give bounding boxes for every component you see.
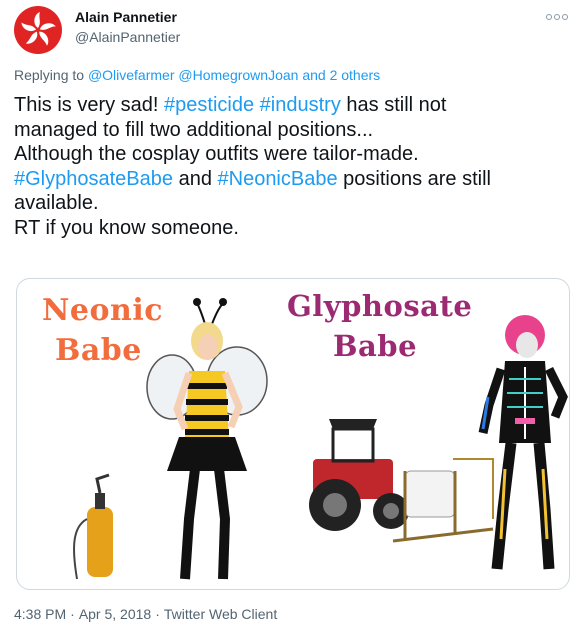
dot xyxy=(562,14,568,20)
tweet-text: This is very sad! #pesticide #industry h… xyxy=(14,93,574,240)
tweet-date[interactable]: Apr 5, 2018 xyxy=(79,606,151,622)
separator: · xyxy=(155,606,160,622)
mention-others[interactable]: and 2 others xyxy=(302,67,380,83)
tweet-line: Although the cosplay outfits were tailor… xyxy=(14,143,419,165)
replying-to: Replying to @Olivefarmer @Homegrown​Joan… xyxy=(14,67,380,83)
media-neonic-babe[interactable]: Neonic Babe xyxy=(17,279,293,589)
avatar[interactable] xyxy=(14,6,62,54)
tweet-media[interactable]: Neonic Babe Glyphosate Babe xyxy=(16,278,570,590)
text: has still not xyxy=(340,94,447,116)
bauhinia-flower-icon xyxy=(21,12,56,46)
tweet-time[interactable]: 4:38 PM xyxy=(14,606,66,622)
hashtag-pesticide[interactable]: #pesticide xyxy=(164,94,254,116)
text: This is very sad! xyxy=(14,94,165,116)
separator: · xyxy=(70,606,75,622)
tweet-line: This is very sad! #pesticide #industry h… xyxy=(14,93,574,118)
author-name[interactable]: Alain Pannetier xyxy=(75,9,177,25)
author-handle[interactable]: @AlainPannetier xyxy=(75,29,180,45)
mention-olivefarmer[interactable]: @Olivefarmer xyxy=(88,67,175,83)
mention-homegrownjoan[interactable]: @Homegrown​Joan xyxy=(178,67,298,83)
tweet-line: available. xyxy=(14,192,99,214)
dot xyxy=(554,14,560,20)
bee-costume-illustration xyxy=(73,298,268,580)
media-glyphosate-babe[interactable]: Glyphosate Babe xyxy=(287,279,569,589)
tweet-line: managed to fill two additional positions… xyxy=(14,118,374,141)
hashtag-industry[interactable]: #industry xyxy=(260,94,341,116)
text: and xyxy=(173,167,218,190)
hashtag-glyphosatebabe[interactable]: #GlyphosateBabe xyxy=(14,168,173,190)
tweet-line: #GlyphosateBabe and #NeonicBabe position… xyxy=(14,167,574,192)
dot xyxy=(546,14,552,20)
tweet-client: Twitter Web Client xyxy=(163,606,278,622)
text: positions are still xyxy=(337,167,491,190)
tweet-line: RT if you know someone. xyxy=(14,216,239,239)
tweet-footer: 4:38 PM · Apr 5, 2018 · Twitter Web Client xyxy=(14,606,277,622)
more-dots-icon[interactable] xyxy=(544,10,570,24)
replying-to-label: Replying to xyxy=(14,67,85,83)
hashtag-neonicbabe[interactable]: #NeonicBabe xyxy=(218,168,338,190)
tractor-skeleton-illustration xyxy=(309,315,568,570)
